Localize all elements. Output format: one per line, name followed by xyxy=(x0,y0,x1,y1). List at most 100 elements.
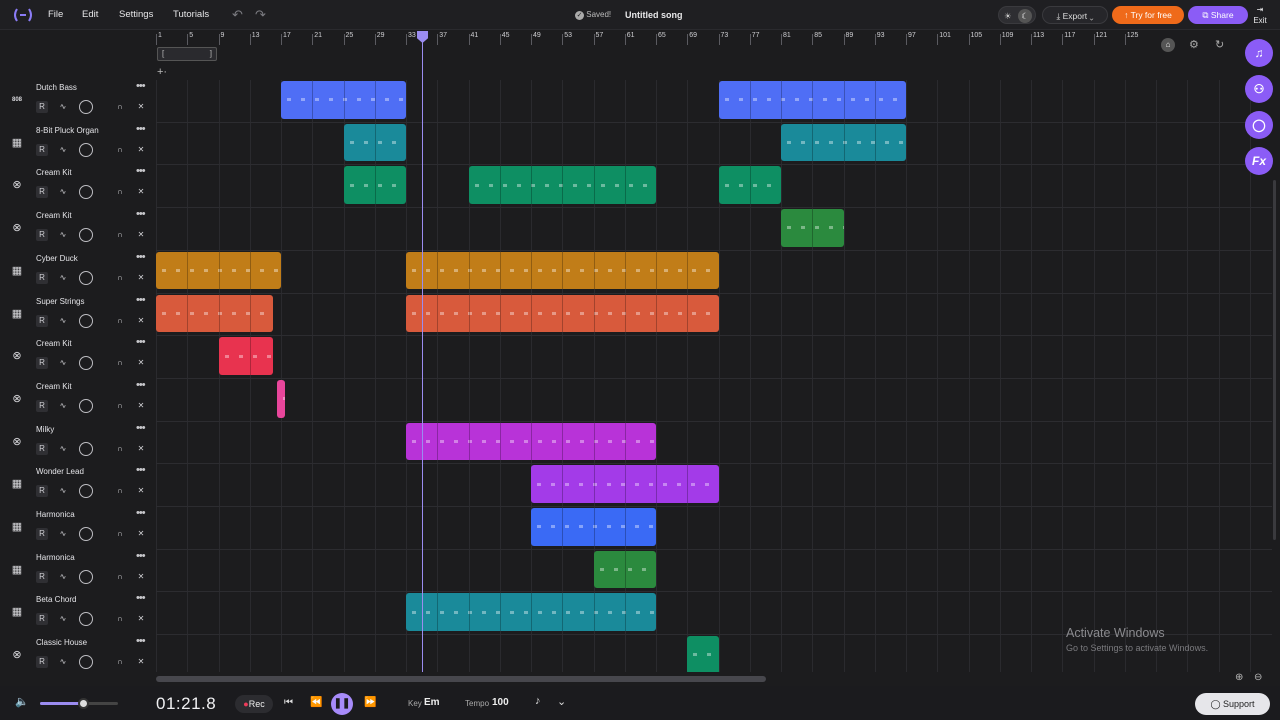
arrangement-grid[interactable] xyxy=(156,80,1272,672)
vertical-scrollbar[interactable] xyxy=(1273,180,1276,540)
record-button[interactable]: ●Rec xyxy=(235,695,273,713)
headphones-icon[interactable]: ∩ xyxy=(114,443,126,455)
exit-button[interactable]: ⇥ Exit xyxy=(1251,0,1269,30)
volume-knob[interactable] xyxy=(79,228,93,243)
clip[interactable] xyxy=(281,81,406,119)
more-options-icon[interactable]: ••• xyxy=(136,336,146,348)
clip[interactable] xyxy=(218,337,274,375)
record-arm-button[interactable]: R xyxy=(36,485,48,498)
app-logo[interactable] xyxy=(12,0,34,30)
mute-icon[interactable]: ✕ xyxy=(135,443,147,455)
volume-knob[interactable] xyxy=(79,142,93,157)
track-row[interactable]: ⊗ Cream Kit ••• R ∿ ∩ ✕ xyxy=(0,208,156,251)
track-name[interactable]: Dutch Bass xyxy=(36,83,77,92)
more-options-icon[interactable]: ••• xyxy=(136,251,146,263)
fast-forward-icon[interactable]: ⏩ xyxy=(364,697,376,708)
more-options-icon[interactable]: ••• xyxy=(136,592,146,604)
record-arm-button[interactable]: R xyxy=(36,656,48,669)
menu-tutorials[interactable]: Tutorials xyxy=(173,0,209,30)
mute-icon[interactable]: ✕ xyxy=(135,485,147,497)
redo-icon[interactable]: ↷ xyxy=(255,0,266,30)
volume-knob[interactable] xyxy=(79,356,93,371)
track-row[interactable]: ⊗ Cream Kit ••• R ∿ ∩ ✕ xyxy=(0,379,156,422)
mute-icon[interactable]: ✕ xyxy=(135,315,147,327)
volume-slider[interactable] xyxy=(40,698,118,709)
record-arm-button[interactable]: R xyxy=(36,314,48,327)
automation-icon[interactable]: ∿ xyxy=(57,272,69,284)
volume-knob[interactable] xyxy=(79,270,93,285)
try-for-free-button[interactable]: ↑ Try for free xyxy=(1112,6,1184,24)
mute-icon[interactable]: ✕ xyxy=(135,272,147,284)
menu-settings[interactable]: Settings xyxy=(119,0,153,30)
song-title[interactable]: Untitled song xyxy=(625,0,683,30)
theme-toggle[interactable]: ☀ ☾ xyxy=(998,6,1036,24)
record-arm-button[interactable]: R xyxy=(36,399,48,412)
headphones-icon[interactable]: ∩ xyxy=(114,656,126,668)
volume-knob[interactable] xyxy=(79,398,93,413)
mute-icon[interactable]: ✕ xyxy=(135,186,147,198)
keys-instrument-icon[interactable]: ▦ xyxy=(9,306,25,322)
volume-knob[interactable] xyxy=(79,185,93,200)
playhead[interactable] xyxy=(422,31,423,672)
drum-instrument-icon[interactable]: ⊗ xyxy=(9,220,25,236)
mute-icon[interactable]: ✕ xyxy=(135,229,147,241)
mute-icon[interactable]: ✕ xyxy=(135,101,147,113)
track-row[interactable]: ▦ Beta Chord ••• R ∿ ∩ ✕ xyxy=(0,592,156,635)
track-name[interactable]: Wonder Lead xyxy=(36,467,84,476)
volume-knob[interactable] xyxy=(79,484,93,499)
automation-icon[interactable]: ∿ xyxy=(57,443,69,455)
volume-knob[interactable] xyxy=(79,655,93,670)
drum-instrument-icon[interactable]: ⊗ xyxy=(9,434,25,450)
more-options-icon[interactable]: ••• xyxy=(136,507,146,519)
drum-instrument-icon[interactable]: ⊗ xyxy=(9,348,25,364)
automation-icon[interactable]: ∿ xyxy=(57,101,69,113)
track-name[interactable]: Classic House xyxy=(36,638,87,647)
mute-icon[interactable]: ✕ xyxy=(135,528,147,540)
headphones-icon[interactable]: ∩ xyxy=(114,315,126,327)
track-name[interactable]: 8-Bit Pluck Organ xyxy=(36,126,99,135)
mute-icon[interactable]: ✕ xyxy=(135,144,147,156)
keys-instrument-icon[interactable]: ▦ xyxy=(9,476,25,492)
keys-instrument-icon[interactable]: ▦ xyxy=(9,519,25,535)
fx-icon[interactable]: Fx xyxy=(1245,147,1273,175)
clip[interactable] xyxy=(156,294,274,333)
mute-icon[interactable]: ✕ xyxy=(135,656,147,668)
more-options-icon[interactable]: ••• xyxy=(136,379,146,391)
more-options-icon[interactable]: ••• xyxy=(136,165,146,177)
track-row[interactable]: 808 Dutch Bass ••• R ∿ ∩ ✕ xyxy=(0,80,156,123)
headphones-icon[interactable]: ∩ xyxy=(114,485,126,497)
volume-thumb[interactable] xyxy=(77,698,89,709)
record-arm-button[interactable]: R xyxy=(36,101,48,113)
more-options-icon[interactable]: ••• xyxy=(136,294,146,306)
zoom-in-icon[interactable]: ⊕ xyxy=(1235,672,1243,683)
clip[interactable] xyxy=(531,465,719,503)
menu-edit[interactable]: Edit xyxy=(82,0,98,30)
volume-knob[interactable] xyxy=(79,441,93,456)
automation-icon[interactable]: ∿ xyxy=(57,357,69,369)
clip[interactable] xyxy=(406,593,656,632)
tempo-value[interactable]: 100 xyxy=(492,697,509,708)
headphones-icon[interactable]: ∩ xyxy=(114,357,126,369)
track-name[interactable]: Cream Kit xyxy=(36,211,72,220)
automation-icon[interactable]: ∿ xyxy=(57,613,69,625)
drum-instrument-icon[interactable]: ⊗ xyxy=(9,391,25,407)
drum-instrument-icon[interactable]: ⊗ xyxy=(9,647,25,663)
more-options-icon[interactable]: ••• xyxy=(136,550,146,562)
gear-icon[interactable]: ⚙ xyxy=(1189,38,1199,51)
track-name[interactable]: Milky xyxy=(36,425,54,434)
track-row[interactable]: ⊗ Cream Kit ••• R ∿ ∩ ✕ xyxy=(0,165,156,208)
automation-icon[interactable]: ∿ xyxy=(57,571,69,583)
volume-knob[interactable] xyxy=(79,569,93,584)
record-arm-button[interactable]: R xyxy=(36,528,48,540)
volume-knob[interactable] xyxy=(79,612,93,627)
automation-icon[interactable]: ∿ xyxy=(57,229,69,241)
speaker-icon[interactable]: 🔈 xyxy=(15,695,29,708)
keys-instrument-icon[interactable]: ▦ xyxy=(9,263,25,279)
keys-instrument-icon[interactable]: ▦ xyxy=(9,135,25,151)
timeline-ruler[interactable]: 1 5 9 13 17 21 25 29 33 37 41 45 49 53 57 61 65 69 73 77 81 8… xyxy=(156,32,1156,46)
clip[interactable] xyxy=(531,508,656,546)
record-arm-button[interactable]: R xyxy=(36,143,48,156)
more-options-icon[interactable]: ••• xyxy=(136,422,146,434)
headphones-icon[interactable]: ∩ xyxy=(114,229,126,241)
record-arm-button[interactable]: R xyxy=(36,613,48,626)
